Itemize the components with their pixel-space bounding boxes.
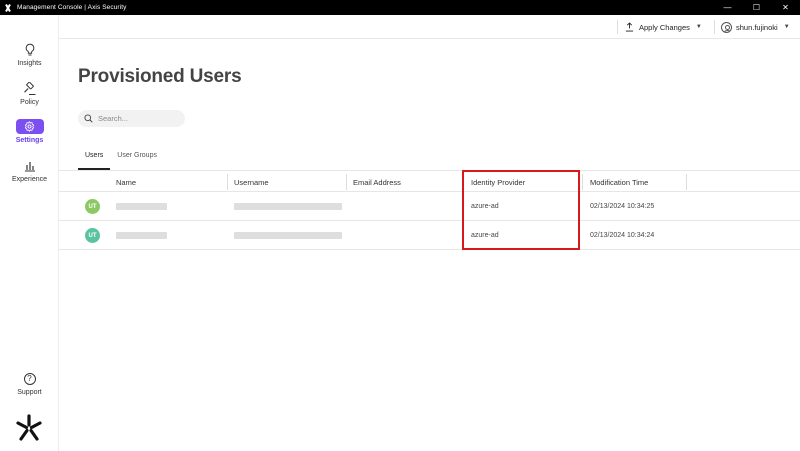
table-row[interactable]: UT azure-ad 02/13/2024 10:34:25	[59, 192, 800, 221]
chevron-down-icon: ▼	[783, 24, 790, 30]
name-cell	[110, 221, 228, 250]
sidebar-item-label: Insights	[17, 60, 42, 67]
column-header-name[interactable]: Name	[110, 171, 228, 193]
sidebar-item-policy[interactable]: Policy	[0, 81, 59, 106]
header-divider	[617, 20, 618, 34]
apply-changes-button[interactable]: Apply Changes ▼	[625, 19, 702, 35]
table-row[interactable]: UT azure-ad 02/13/2024 10:34:24	[59, 221, 800, 250]
search-box	[78, 110, 185, 127]
user-menu-button[interactable]: shun.fujinoki ▼	[721, 19, 790, 35]
column-header-username[interactable]: Username	[228, 171, 347, 193]
bar-chart-icon	[16, 158, 44, 173]
redacted-username	[234, 203, 342, 210]
top-header: Apply Changes ▼ shun.fujinoki ▼	[59, 15, 800, 39]
tab-user-groups[interactable]: User Groups	[110, 150, 164, 170]
question-circle-icon: ?	[16, 371, 44, 386]
identity-provider-cell: azure-ad	[471, 203, 499, 210]
tab-bar: Users User Groups	[78, 150, 164, 170]
user-name: shun.fujinoki	[736, 22, 778, 32]
modification-time-cell: 02/13/2024 10:34:25	[590, 203, 655, 210]
redacted-name	[116, 203, 167, 210]
avatar-cell: UT	[79, 221, 109, 250]
header-divider	[714, 20, 715, 34]
redacted-username	[234, 232, 342, 239]
close-button[interactable]: ✕	[771, 0, 800, 15]
email-cell	[347, 221, 463, 250]
apply-changes-label: Apply Changes	[639, 22, 690, 32]
sidebar-item-experience[interactable]: Experience	[0, 158, 59, 183]
email-cell	[347, 192, 463, 221]
column-header-label: Name	[116, 177, 137, 187]
gavel-icon	[16, 81, 44, 96]
sidebar-item-support[interactable]: ? Support	[0, 371, 59, 396]
avatar-cell: UT	[79, 192, 109, 221]
search-icon	[84, 114, 93, 123]
name-cell	[110, 192, 228, 221]
column-header-label: Username	[234, 177, 269, 187]
sidebar-item-label: Support	[17, 389, 42, 396]
column-header-label: Identity Provider	[471, 177, 526, 187]
username-cell	[228, 192, 347, 221]
sidebar-item-settings[interactable]: Settings	[0, 119, 59, 144]
sidebar: Insights Policy Settings Experience ? Su…	[0, 15, 59, 451]
sidebar-item-label: Experience	[11, 176, 48, 183]
title-bar: Management Console | Axis Security — ☐ ✕	[0, 0, 800, 15]
identity-provider-cell: azure-ad	[471, 232, 499, 239]
avatar: UT	[85, 228, 100, 243]
column-header-label: Email Address	[353, 177, 401, 187]
column-header-identity-provider[interactable]: Identity Provider	[465, 171, 583, 193]
page-title: Provisioned Users	[78, 66, 242, 87]
window-controls: — ☐ ✕	[713, 0, 800, 15]
tab-users[interactable]: Users	[78, 150, 111, 170]
column-header-label: Modification Time	[590, 177, 649, 187]
maximize-button[interactable]: ☐	[742, 0, 771, 15]
table-header: Name Username Email Address Identity Pro…	[59, 170, 800, 192]
username-cell	[228, 221, 347, 250]
column-header-modification-time[interactable]: Modification Time	[584, 171, 687, 193]
support-glyph: ?	[23, 372, 36, 385]
lightbulb-icon	[16, 42, 44, 57]
gear-icon	[15, 119, 44, 134]
sidebar-item-label: Policy	[20, 99, 39, 106]
users-table: Name Username Email Address Identity Pro…	[59, 170, 800, 250]
app-logo-icon	[4, 4, 12, 12]
upload-icon	[625, 22, 634, 32]
avatar: UT	[85, 199, 100, 214]
app-window: Management Console | Axis Security — ☐ ✕…	[0, 0, 800, 451]
minimize-button[interactable]: —	[713, 0, 742, 15]
sidebar-item-label: Settings	[15, 137, 44, 144]
sidebar-item-insights[interactable]: Insights	[0, 42, 59, 67]
modification-time-cell: 02/13/2024 10:34:24	[590, 232, 655, 239]
search-input[interactable]	[98, 114, 178, 123]
column-header-email[interactable]: Email Address	[347, 171, 463, 193]
chevron-down-icon: ▼	[695, 24, 702, 30]
window-title: Management Console | Axis Security	[17, 4, 127, 11]
user-avatar-icon	[721, 21, 732, 33]
redacted-name	[116, 232, 167, 239]
axis-logo-icon	[16, 414, 42, 441]
